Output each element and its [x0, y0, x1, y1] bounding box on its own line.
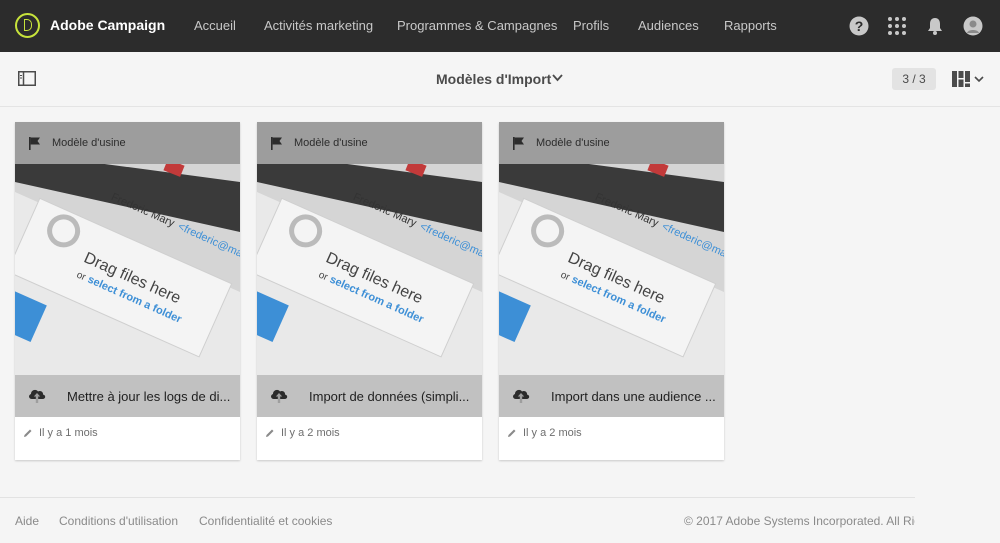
card-badge: Modèle d'usine: [52, 137, 126, 149]
card-title-bar: Import de données (simpli...: [257, 375, 482, 417]
chevron-down-icon[interactable]: [552, 73, 563, 82]
thumbnail-image: Frederic Mary <frederic@mary.com> Drag f…: [15, 122, 240, 417]
card-date: Il y a 2 mois: [523, 427, 582, 439]
nav-item-rapports[interactable]: Rapports: [724, 18, 777, 33]
brand-name[interactable]: Adobe Campaign: [50, 17, 165, 33]
top-bar: Adobe Campaign Accueil Activités marketi…: [0, 0, 1000, 52]
pencil-icon: [508, 429, 516, 437]
pencil-icon: [266, 429, 274, 437]
card-thumbnail: Frederic Mary <frederic@mary.com> Drag f…: [257, 122, 482, 417]
cloud-upload-icon: [271, 389, 288, 403]
footer-copyright: © 2017 Adobe Systems Incorporated. All R…: [684, 514, 915, 528]
toolbar: Modèles d'Import 3 / 3: [0, 52, 1000, 107]
thumbnail-image: Frederic Mary <frederic@mary.com> Drag f…: [499, 122, 724, 417]
card-footer: Il y a 2 mois: [499, 417, 724, 460]
card-template-1[interactable]: Frederic Mary <frederic@mary.com> Drag f…: [15, 122, 240, 460]
footer-link-help[interactable]: Aide: [15, 514, 39, 528]
nav-item-audiences[interactable]: Audiences: [638, 18, 699, 33]
cloud-upload-icon: [513, 389, 530, 403]
cloud-upload-icon: [29, 389, 46, 403]
card-badge: Modèle d'usine: [536, 137, 610, 149]
card-thumbnail: Frederic Mary <frederic@mary.com> Drag f…: [15, 122, 240, 417]
card-date: Il y a 1 mois: [39, 427, 98, 439]
card-header: Modèle d'usine: [257, 122, 482, 164]
footer-divider: [0, 497, 915, 498]
adobe-campaign-logo[interactable]: [15, 13, 40, 38]
card-footer: Il y a 2 mois: [257, 417, 482, 460]
card-badge: Modèle d'usine: [294, 137, 368, 149]
pencil-icon: [24, 429, 32, 437]
footer-link-terms[interactable]: Conditions d'utilisation: [59, 514, 178, 528]
page-title[interactable]: Modèles d'Import: [436, 71, 551, 87]
card-date: Il y a 2 mois: [281, 427, 340, 439]
card-thumbnail: Frederic Mary <frederic@mary.com> Drag f…: [499, 122, 724, 417]
thumbnail-image: Frederic Mary <frederic@mary.com> Drag f…: [257, 122, 482, 417]
flag-icon: [513, 137, 524, 150]
card-title[interactable]: Mettre à jour les logs de di...: [67, 389, 232, 404]
panel-toggle-icon[interactable]: [18, 71, 36, 86]
card-title-bar: Mettre à jour les logs de di...: [15, 375, 240, 417]
bell-icon[interactable]: [925, 16, 945, 36]
flag-icon: [271, 137, 282, 150]
flag-icon: [29, 137, 40, 150]
card-header: Modèle d'usine: [499, 122, 724, 164]
card-template-2[interactable]: Frederic Mary <frederic@mary.com> Drag f…: [257, 122, 482, 460]
result-counter: 3 / 3: [892, 68, 936, 90]
card-footer: Il y a 1 mois: [15, 417, 240, 460]
nav-item-programmes-campagnes[interactable]: Programmes & Campagnes: [397, 18, 557, 33]
card-title-bar: Import dans une audience ...: [499, 375, 724, 417]
apps-grid-icon[interactable]: [887, 16, 907, 36]
card-title[interactable]: Import de données (simpli...: [309, 389, 474, 404]
view-switch-icon[interactable]: [952, 69, 986, 89]
help-icon[interactable]: ?: [849, 16, 869, 36]
nav-item-profils[interactable]: Profils: [573, 18, 609, 33]
nav-item-accueil[interactable]: Accueil: [194, 18, 236, 33]
svg-text:?: ?: [855, 18, 864, 34]
nav-item-activites-marketing[interactable]: Activités marketing: [264, 18, 373, 33]
footer-link-privacy[interactable]: Confidentialité et cookies: [199, 514, 332, 528]
card-template-3[interactable]: Frederic Mary <frederic@mary.com> Drag f…: [499, 122, 724, 460]
card-title[interactable]: Import dans une audience ...: [551, 389, 716, 404]
avatar-icon[interactable]: [963, 16, 983, 36]
card-header: Modèle d'usine: [15, 122, 240, 164]
